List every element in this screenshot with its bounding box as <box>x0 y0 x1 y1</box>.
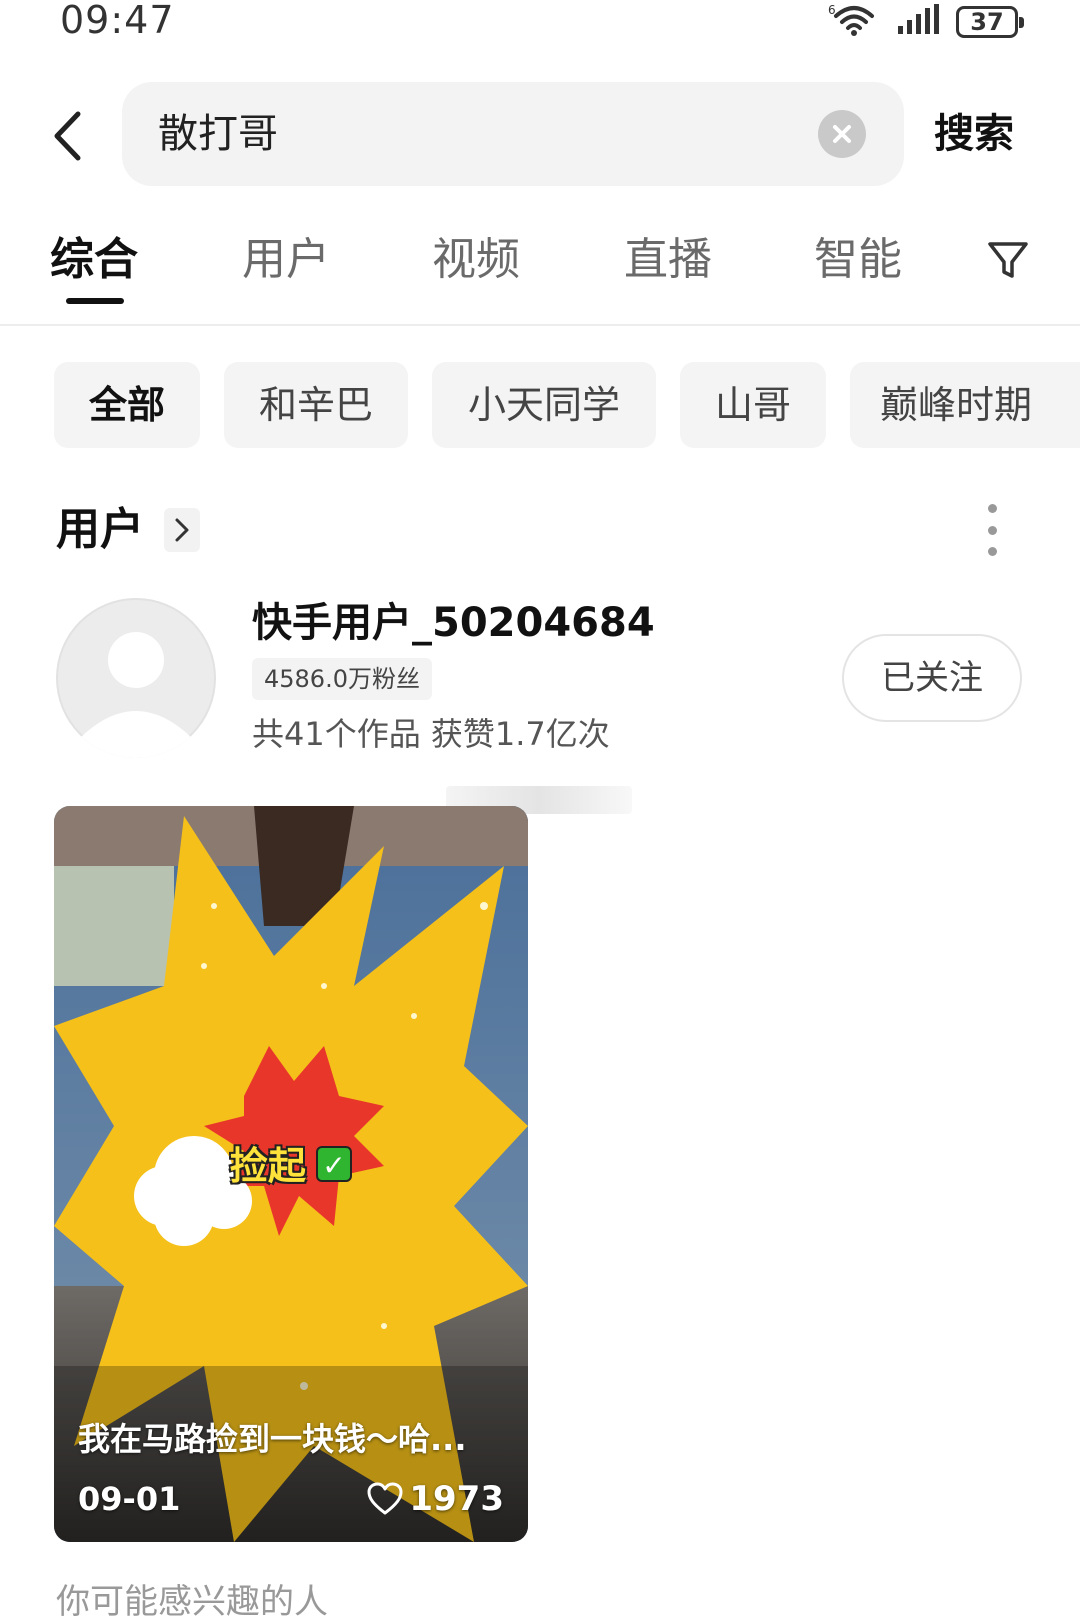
tab-all[interactable]: 综合 <box>50 230 138 290</box>
more-options-button[interactable] <box>980 504 1004 556</box>
check-icon: ✓ <box>316 1146 352 1182</box>
status-time: 09:47 <box>60 0 175 42</box>
more-dot <box>987 525 997 535</box>
chip-peak-period[interactable]: 巅峰时期 <box>850 362 1080 448</box>
tabs-divider <box>0 324 1080 326</box>
clear-search-button[interactable] <box>818 110 866 158</box>
chip-shange[interactable]: 山哥 <box>680 362 826 448</box>
signal-icon <box>896 4 940 40</box>
filter-button[interactable] <box>986 238 1030 282</box>
chip-hexinba[interactable]: 和辛巴 <box>224 362 408 448</box>
users-section-more[interactable] <box>164 508 200 552</box>
video-date: 09-01 <box>78 1480 181 1518</box>
close-icon <box>833 125 851 143</box>
tab-users[interactable]: 用户 <box>242 230 330 290</box>
fans-count-badge: 4586.0万粉丝 <box>252 658 432 700</box>
more-dot <box>987 547 997 556</box>
filter-icon <box>988 242 1028 278</box>
battery-indicator: 37 <box>956 6 1024 38</box>
search-button[interactable]: 搜索 <box>934 106 1014 162</box>
tab-live[interactable]: 直播 <box>624 230 712 290</box>
chevron-left-icon <box>54 111 81 161</box>
user-stats: 共41个作品 获赞1.7亿次 <box>252 715 610 753</box>
user-name[interactable]: 快手用户_50204684 <box>252 596 655 650</box>
video-title: 我在马路捡到一块钱～哈... <box>78 1420 467 1458</box>
heart-icon <box>367 1482 403 1515</box>
user-avatar[interactable] <box>56 598 216 758</box>
following-button[interactable]: 已关注 <box>842 634 1022 722</box>
chevron-right-icon <box>175 518 189 542</box>
video-likes[interactable]: 1973 <box>367 1476 504 1522</box>
back-button[interactable] <box>42 106 92 166</box>
search-box[interactable] <box>122 82 904 186</box>
chip-all[interactable]: 全部 <box>54 362 200 448</box>
tab-videos[interactable]: 视频 <box>432 230 520 290</box>
sticker-text: 捡起 <box>230 1144 307 1188</box>
tab-smart[interactable]: 智能 <box>814 230 902 290</box>
chip-xiaotian[interactable]: 小天同学 <box>432 362 656 448</box>
recommend-section-title: 你可能感兴趣的人 <box>56 1582 328 1622</box>
status-icons: 6 37 <box>828 2 1024 42</box>
tab-active-indicator <box>66 298 124 304</box>
default-avatar-icon <box>56 598 216 758</box>
search-input[interactable] <box>158 82 798 186</box>
more-dot <box>987 504 997 513</box>
users-section-title[interactable]: 用户 <box>56 500 144 560</box>
likes-count: 1973 <box>409 1479 504 1519</box>
wifi-icon: 6 <box>828 2 880 42</box>
video-card[interactable]: 捡起 ✓ 我在马路捡到一块钱～哈... 09-01 1973 <box>54 806 528 1542</box>
